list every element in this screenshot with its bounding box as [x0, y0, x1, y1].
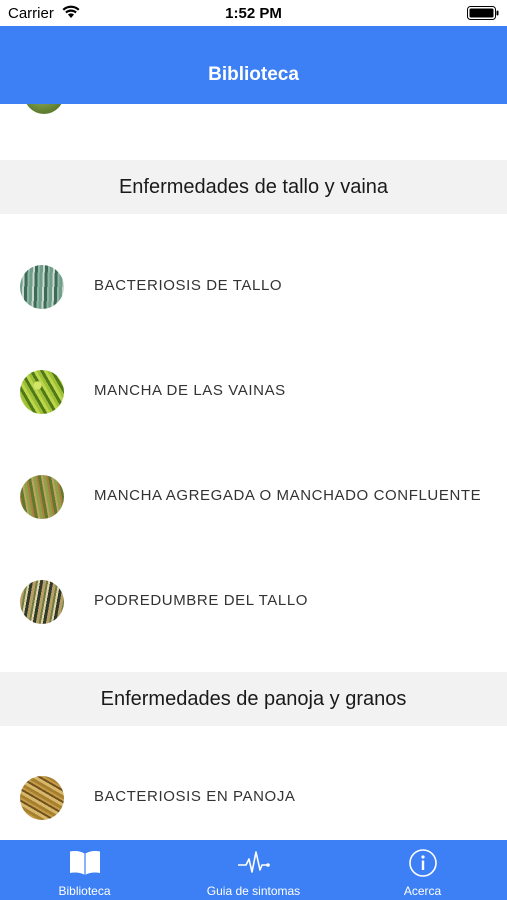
- tab-label: Guia de sintomas: [206, 884, 301, 898]
- list-item-label: MANCHA DE LAS VAINAS: [94, 382, 286, 399]
- list-item-thumbnail: [20, 776, 64, 820]
- tab-acerca[interactable]: Acerca: [338, 840, 507, 900]
- list-item-label: BACTERIOSIS DE TALLO: [94, 277, 283, 294]
- page-title: Biblioteca: [208, 64, 299, 85]
- list-item[interactable]: MANCHA DE LAS VAINAS: [0, 339, 507, 444]
- battery-icon: [467, 6, 499, 20]
- status-time: 1:52 PM: [225, 5, 282, 22]
- partial-list-item-thumbnail: [24, 104, 64, 114]
- list-item[interactable]: MANCHA AGREGADA O MANCHADO CONFLUENTE DE: [0, 444, 507, 549]
- section-header-tallo-vaina: Enfermedades de tallo y vaina: [0, 160, 507, 214]
- section-header-panoja-granos: Enfermedades de panoja y granos: [0, 672, 507, 726]
- list-item-label: BACTERIOSIS EN PANOJA: [94, 788, 296, 805]
- list-item-thumbnail: [20, 580, 64, 624]
- tab-bar: Biblioteca Guia de sintomas Acerca: [0, 840, 507, 900]
- list-item-thumbnail: [20, 265, 64, 309]
- navigation-bar: Biblioteca: [0, 26, 507, 104]
- list-item-thumbnail: [20, 475, 64, 519]
- tab-label: Acerca: [403, 884, 442, 898]
- status-bar: Carrier 1:52 PM: [0, 0, 507, 26]
- list-item-label: PODREDUMBRE DEL TALLO: [94, 592, 309, 609]
- tab-guia-sintomas[interactable]: Guia de sintomas: [169, 840, 338, 900]
- disease-list[interactable]: Enfermedades de tallo y vaina BACTERIOSI…: [0, 104, 507, 840]
- tab-label: Biblioteca: [58, 884, 111, 898]
- list-item[interactable]: BACTERIOSIS DE TALLO: [0, 234, 507, 339]
- pulse-icon: [237, 851, 270, 873]
- info-icon: [408, 849, 437, 877]
- list-item-label: MANCHA AGREGADA O MANCHADO CONFLUENTE DE: [94, 487, 487, 504]
- list-item[interactable]: PODREDUMBRE DEL TALLO: [0, 549, 507, 654]
- list-item[interactable]: BACTERIOSIS EN PANOJA: [0, 745, 507, 840]
- tab-biblioteca[interactable]: Biblioteca: [0, 840, 169, 900]
- book-icon: [69, 851, 100, 875]
- list-item-thumbnail: [20, 370, 64, 414]
